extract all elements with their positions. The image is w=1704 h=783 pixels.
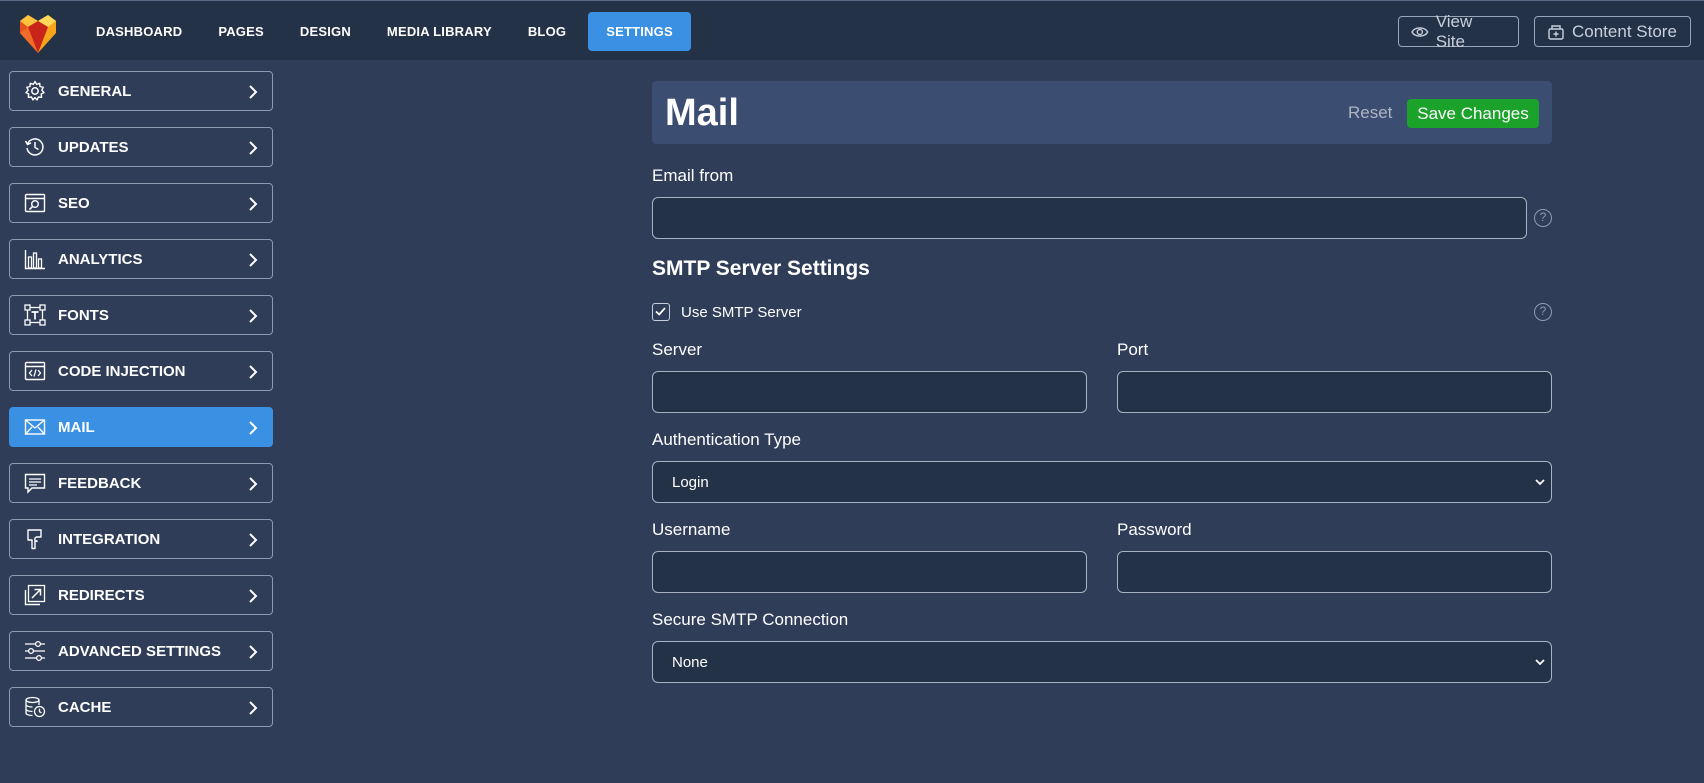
sidebar-item-label: CACHE bbox=[58, 699, 112, 716]
view-site-button[interactable]: View Site bbox=[1398, 12, 1519, 51]
secure-connection-label: Secure SMTP Connection bbox=[652, 610, 849, 629]
nav-settings[interactable]: SETTINGS bbox=[588, 12, 691, 51]
email-from-label: Email from bbox=[652, 166, 734, 185]
redirect-arrow-icon bbox=[24, 584, 46, 606]
sliders-icon bbox=[25, 640, 45, 662]
database-clock-icon bbox=[25, 696, 46, 718]
sidebar-item-analytics[interactable]: ANALYTICS bbox=[9, 239, 273, 279]
content-store-label: Content Store bbox=[1572, 21, 1677, 41]
use-smtp-checkbox[interactable] bbox=[652, 303, 670, 321]
username-label: Username bbox=[652, 520, 731, 539]
port-label: Port bbox=[1117, 340, 1149, 359]
sidebar-item-label: GENERAL bbox=[58, 83, 132, 100]
auth-type-value: Login bbox=[672, 473, 709, 491]
sidebar-item-seo[interactable]: SEO bbox=[9, 183, 273, 223]
sidebar-item-fonts[interactable]: FONTS bbox=[9, 295, 273, 335]
view-site-label: View Site bbox=[1435, 11, 1473, 51]
chevron-down-icon bbox=[1535, 479, 1545, 486]
nav-media-library[interactable]: MEDIA LIBRARY bbox=[373, 12, 506, 51]
secure-connection-select[interactable]: None bbox=[652, 641, 1552, 683]
help-icon[interactable]: ? bbox=[1534, 303, 1552, 321]
code-window-icon bbox=[24, 361, 46, 381]
gear-icon bbox=[25, 80, 45, 101]
chevron-down-icon bbox=[1535, 659, 1545, 666]
sidebar-item-label: REDIRECTS bbox=[58, 587, 145, 604]
page-title: Mail bbox=[665, 92, 739, 134]
seo-icon bbox=[24, 193, 46, 213]
sidebar-item-cache[interactable]: CACHE bbox=[9, 687, 273, 727]
use-smtp-label: Use SMTP Server bbox=[681, 304, 802, 321]
save-changes-button[interactable]: Save Changes bbox=[1407, 99, 1539, 128]
settings-sidebar: GENERAL UPDATES SEO ANALYTICS FONTS CODE… bbox=[9, 71, 273, 743]
password-label: Password bbox=[1117, 520, 1192, 539]
reset-button[interactable]: Reset bbox=[1348, 103, 1392, 123]
password-input[interactable] bbox=[1117, 551, 1552, 593]
sidebar-item-redirects[interactable]: REDIRECTS bbox=[9, 575, 273, 615]
email-from-input[interactable] bbox=[652, 197, 1527, 239]
chevron-right-icon bbox=[249, 309, 258, 323]
sidebar-item-feedback[interactable]: FEEDBACK bbox=[9, 463, 273, 503]
chevron-right-icon bbox=[249, 421, 258, 435]
chevron-right-icon bbox=[249, 589, 258, 603]
smtp-section-title: SMTP Server Settings bbox=[652, 257, 870, 280]
content-store-button[interactable]: Content Store bbox=[1534, 16, 1691, 47]
panel-header: Mail Reset Save Changes bbox=[652, 81, 1552, 144]
auth-type-select[interactable]: Login bbox=[652, 461, 1552, 503]
bar-chart-icon bbox=[24, 250, 45, 270]
eye-icon bbox=[1411, 26, 1429, 37]
sidebar-item-label: UPDATES bbox=[58, 139, 129, 156]
help-icon[interactable]: ? bbox=[1534, 209, 1552, 227]
sidebar-item-label: CODE INJECTION bbox=[58, 363, 186, 380]
nav-blog[interactable]: BLOG bbox=[514, 12, 580, 51]
plug-icon bbox=[27, 529, 42, 550]
sidebar-item-label: ANALYTICS bbox=[58, 251, 143, 268]
port-input[interactable] bbox=[1117, 371, 1552, 413]
secure-connection-value: None bbox=[672, 653, 708, 671]
sidebar-item-label: SEO bbox=[58, 195, 90, 212]
server-input[interactable] bbox=[652, 371, 1087, 413]
sidebar-item-label: FEEDBACK bbox=[58, 475, 142, 492]
chevron-right-icon bbox=[249, 533, 258, 547]
server-label: Server bbox=[652, 340, 703, 359]
checkmark-icon bbox=[655, 307, 666, 316]
nav-pages[interactable]: PAGES bbox=[204, 12, 278, 51]
sidebar-item-mail[interactable]: MAIL bbox=[9, 407, 273, 447]
auth-type-label: Authentication Type bbox=[652, 430, 802, 449]
sidebar-item-label: MAIL bbox=[58, 419, 95, 436]
chevron-right-icon bbox=[249, 477, 258, 491]
sidebar-item-code-injection[interactable]: CODE INJECTION bbox=[9, 351, 273, 391]
username-input[interactable] bbox=[652, 551, 1087, 593]
chevron-right-icon bbox=[249, 197, 258, 211]
chevron-right-icon bbox=[249, 141, 258, 155]
sidebar-item-label: FONTS bbox=[58, 307, 109, 324]
sidebar-item-advanced-settings[interactable]: ADVANCED SETTINGS bbox=[9, 631, 273, 671]
sidebar-item-label: ADVANCED SETTINGS bbox=[58, 643, 222, 660]
chevron-right-icon bbox=[249, 645, 258, 659]
message-icon bbox=[24, 473, 46, 494]
top-bar: DASHBOARD PAGES DESIGN MEDIA LIBRARY BLO… bbox=[0, 0, 1704, 60]
sidebar-item-integration[interactable]: INTEGRATION bbox=[9, 519, 273, 559]
sidebar-item-updates[interactable]: UPDATES bbox=[9, 127, 273, 167]
store-icon bbox=[1548, 24, 1564, 40]
chevron-right-icon bbox=[249, 701, 258, 715]
chevron-right-icon bbox=[249, 365, 258, 379]
nav-dashboard[interactable]: DASHBOARD bbox=[82, 12, 196, 51]
sidebar-item-general[interactable]: GENERAL bbox=[9, 71, 273, 111]
chevron-right-icon bbox=[249, 253, 258, 267]
nav-design[interactable]: DESIGN bbox=[286, 12, 365, 51]
history-icon bbox=[24, 138, 44, 156]
sidebar-item-label: INTEGRATION bbox=[58, 531, 161, 548]
logo-icon[interactable] bbox=[18, 13, 58, 53]
chevron-right-icon bbox=[249, 85, 258, 99]
text-frame-icon bbox=[24, 304, 46, 326]
main-nav: DASHBOARD PAGES DESIGN MEDIA LIBRARY BLO… bbox=[82, 12, 699, 51]
envelope-icon bbox=[24, 419, 46, 435]
